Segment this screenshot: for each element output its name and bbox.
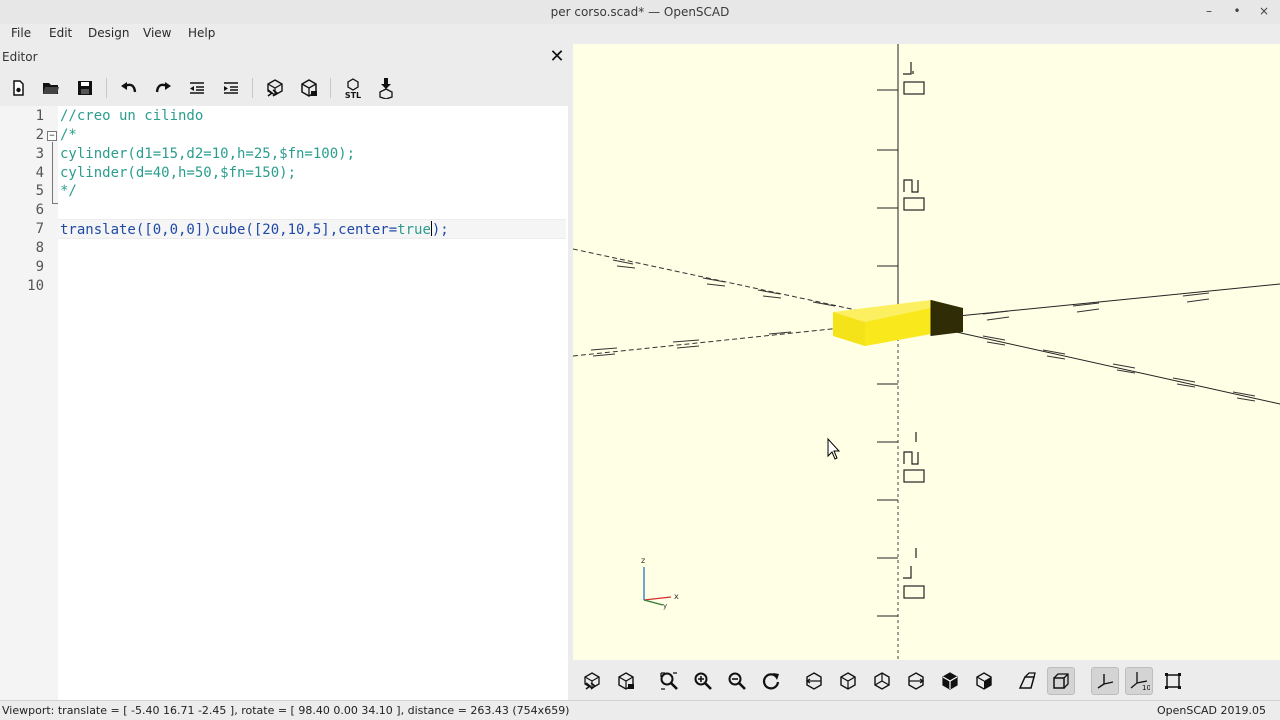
view-left-icon[interactable] (902, 667, 930, 695)
viewport-canvas: z x y (573, 44, 1280, 660)
axis-label-y: y (663, 602, 667, 610)
code-token: ); (431, 222, 449, 238)
zoom-in-icon[interactable] (689, 667, 717, 695)
code-line: /* (60, 127, 77, 143)
line-number: 10 (27, 278, 44, 294)
line-number: 5 (35, 183, 44, 199)
line-number: 1 (35, 108, 44, 124)
send-to-3d-print-icon[interactable] (373, 75, 399, 101)
line-number: 3 (35, 146, 44, 162)
code-line: //creo un cilindo (60, 108, 204, 124)
openscad-window: per corso.scad* — OpenSCAD – • × File Ed… (0, 0, 1280, 720)
export-stl-label: STL (345, 91, 361, 99)
scale-marker-label: 10 (1142, 684, 1150, 692)
show-scale-markers-icon[interactable]: 10 (1125, 667, 1153, 695)
version-label: OpenSCAD 2019.05 (1156, 704, 1266, 717)
viewport-toolbar: 10 (573, 660, 1280, 700)
line-number: 2 (35, 127, 44, 143)
menu-bar: File Edit Design View Help (0, 24, 1280, 44)
preview-icon[interactable] (262, 75, 288, 101)
view-top-icon[interactable] (834, 667, 862, 695)
line-number: 4 (35, 165, 44, 181)
cube-object (833, 300, 963, 346)
3d-viewport[interactable]: z x y (573, 44, 1280, 660)
render-icon[interactable] (612, 667, 640, 695)
code-line: */ (60, 183, 77, 199)
axis-label-z: z (641, 556, 645, 565)
title-bar: per corso.scad* — OpenSCAD – • × (0, 0, 1280, 24)
viewport-status: Viewport: translate = [ -5.40 16.71 -2.4… (2, 704, 570, 717)
line-number: 9 (35, 259, 44, 275)
editor-toolbar: STL (0, 72, 572, 104)
line-number: 8 (35, 240, 44, 256)
menu-view[interactable]: View (143, 26, 171, 40)
reset-view-icon[interactable] (757, 667, 785, 695)
view-all-icon[interactable] (655, 667, 683, 695)
render-icon[interactable] (296, 75, 322, 101)
fold-line (52, 142, 53, 204)
menu-edit[interactable]: Edit (49, 26, 72, 40)
line-number: 7 (35, 221, 44, 237)
editor-close-button[interactable]: ✕ (548, 46, 566, 67)
view-right-icon[interactable] (800, 667, 828, 695)
zoom-out-icon[interactable] (723, 667, 751, 695)
line-number: 6 (35, 202, 44, 218)
menu-design[interactable]: Design (88, 26, 129, 40)
show-edges-icon[interactable] (1159, 667, 1187, 695)
fold-marker[interactable]: − (47, 131, 57, 141)
mouse-pointer-icon (827, 437, 841, 460)
editor-title: Editor (2, 50, 38, 64)
menu-help[interactable]: Help (188, 26, 215, 40)
show-axes-icon[interactable] (1091, 667, 1119, 695)
close-window-button[interactable]: × (1256, 3, 1272, 19)
unindent-icon[interactable] (184, 75, 210, 101)
new-file-icon[interactable] (5, 75, 31, 101)
view-back-icon[interactable] (970, 667, 998, 695)
editor-panel: Editor ✕ STL 1 2 3 4 5 6 7 8 9 10 − //cr… (0, 44, 572, 700)
redo-icon[interactable] (150, 75, 176, 101)
line-number-gutter: 1 2 3 4 5 6 7 8 9 10 − (0, 106, 58, 700)
view-bottom-icon[interactable] (868, 667, 896, 695)
orthogonal-icon[interactable] (1047, 667, 1075, 695)
code-line: cylinder(d=40,h=50,$fn=150); (60, 165, 297, 181)
menu-file[interactable]: File (11, 26, 31, 40)
open-file-icon[interactable] (38, 75, 64, 101)
code-line-7: translate([0,0,0])cube([20,10,5],center=… (60, 221, 449, 238)
code-token-bool: true (397, 222, 431, 238)
view-front-icon[interactable] (936, 667, 964, 695)
preview-icon[interactable] (578, 667, 606, 695)
export-stl-icon[interactable]: STL (340, 75, 366, 101)
window-title: per corso.scad* — OpenSCAD (550, 5, 730, 19)
code-line: cylinder(d1=15,d2=10,h=25,$fn=100); (60, 146, 356, 162)
axes-gizmo: z x y (641, 556, 679, 610)
maximize-button[interactable]: • (1229, 3, 1245, 19)
axis-label-x: x (674, 592, 679, 601)
status-bar: Viewport: translate = [ -5.40 16.71 -2.4… (0, 700, 1280, 720)
code-token: translate([0,0,0])cube([20,10,5],center= (60, 222, 398, 238)
undo-icon[interactable] (116, 75, 142, 101)
perspective-icon[interactable] (1013, 667, 1041, 695)
indent-icon[interactable] (218, 75, 244, 101)
minimize-button[interactable]: – (1201, 3, 1217, 19)
code-editor[interactable]: 1 2 3 4 5 6 7 8 9 10 − //creo un cilindo… (0, 106, 568, 700)
save-icon[interactable] (72, 75, 98, 101)
